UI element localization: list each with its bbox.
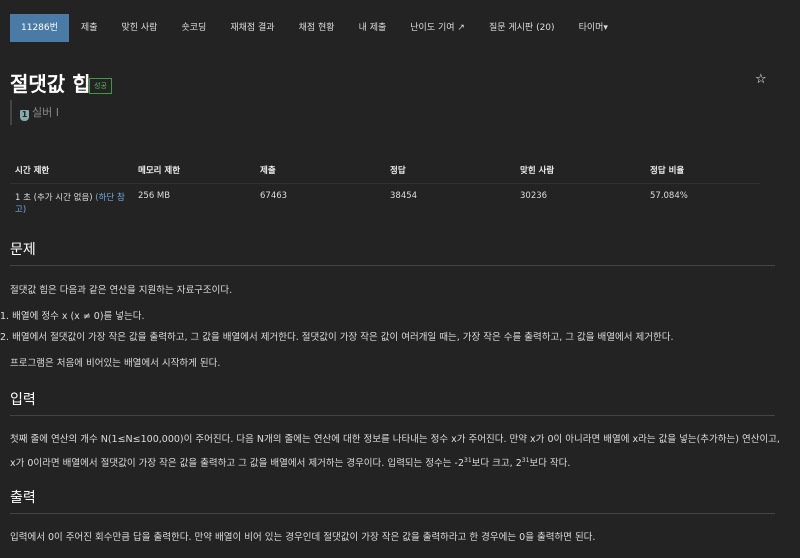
tab-my-submissions[interactable]: 내 제출 (347, 14, 399, 42)
tab-problem[interactable]: 11286번 (10, 14, 69, 42)
tab-difficulty-label: 난이도 기여 (410, 23, 455, 33)
output-text: 입력에서 0이 주어진 회수만큼 답을 출력한다. 만약 배열이 비어 있는 경… (10, 532, 596, 543)
section-output-title: 출력 (10, 487, 775, 514)
th-time: 시간 제한 (10, 160, 133, 184)
list-item: 2. 배열에서 절댓값이 가장 작은 값을 출력하고, 그 값을 배열에서 제거… (0, 332, 674, 343)
problem-outro: 프로그램은 처음에 비어있는 배열에서 시작하게 된다. (10, 358, 221, 369)
ratio: 57.084% (650, 191, 688, 201)
tier-label: 실버 I (32, 106, 59, 119)
problem-nav: 11286번 제출 맞힌 사람 숏코딩 재채점 결과 채점 현황 내 제출 난이… (10, 14, 620, 42)
tab-solvers[interactable]: 맞힌 사람 (109, 14, 169, 42)
input-text-c: 보다 작다. (529, 458, 571, 470)
time-limit: 1 초 (추가 시간 없음) (하단 참고) (10, 184, 133, 223)
tab-shortcoding[interactable]: 숏코딩 (169, 14, 218, 42)
input-text-a: 첫째 줄에 연산의 개수 N(1≤N≤100,000)이 주어진다. 다음 N개… (10, 434, 780, 470)
tab-rejudge[interactable]: 재채점 결과 (218, 14, 286, 42)
submissions: 67463 (260, 191, 288, 201)
exponent: 31 (464, 457, 472, 464)
memory-limit: 256 MB (138, 191, 171, 201)
external-link-icon: ↗ (457, 23, 465, 33)
solvers: 30236 (520, 191, 548, 201)
tab-board[interactable]: 질문 게시판 (20) (477, 14, 567, 42)
th-memory: 메모리 제한 (133, 160, 255, 184)
list-item: 1. 배열에 정수 x (x ≠ 0)를 넣는다. (0, 311, 145, 322)
accepted: 38454 (390, 191, 418, 201)
tab-timer-label: 타이머 (578, 23, 604, 33)
problem-intro: 절댓값 힙은 다음과 같은 연산을 지원하는 자료구조이다. (10, 285, 233, 296)
input-text-b: 보다 크고, 2 (471, 458, 522, 470)
status-badge: 성공 (89, 78, 112, 94)
section-input-title: 입력 (10, 389, 775, 416)
input-text: 첫째 줄에 연산의 개수 N(1≤N≤100,000)이 주어진다. 다음 N개… (10, 429, 780, 474)
caret-down-icon: ▾ (603, 23, 608, 33)
table-row: 1 초 (추가 시간 없음) (하단 참고) 256 MB 67463 3845… (10, 184, 760, 223)
star-icon[interactable]: ☆ (755, 72, 767, 87)
th-accepted: 정답 (385, 160, 515, 184)
th-submissions: 제출 (255, 160, 385, 184)
problem-info-table: 시간 제한 메모리 제한 제출 정답 맞힌 사람 정답 비율 1 초 (추가 시… (10, 160, 760, 222)
table-header: 시간 제한 메모리 제한 제출 정답 맞힌 사람 정답 비율 (10, 160, 760, 184)
tab-difficulty[interactable]: 난이도 기여 ↗ (398, 14, 477, 42)
th-ratio: 정답 비율 (645, 160, 760, 184)
th-solvers: 맞힌 사람 (515, 160, 645, 184)
time-limit-value: 1 초 (추가 시간 없음) (15, 193, 96, 203)
tier: 1 실버 I (10, 100, 67, 125)
tab-timer[interactable]: 타이머▾ (567, 14, 620, 42)
page-title: 절댓값 힙 (10, 72, 91, 96)
section-problem-title: 문제 (10, 239, 775, 266)
tab-submit[interactable]: 제출 (69, 14, 110, 42)
tab-status[interactable]: 채점 현황 (287, 14, 347, 42)
tier-icon: 1 (20, 110, 29, 121)
